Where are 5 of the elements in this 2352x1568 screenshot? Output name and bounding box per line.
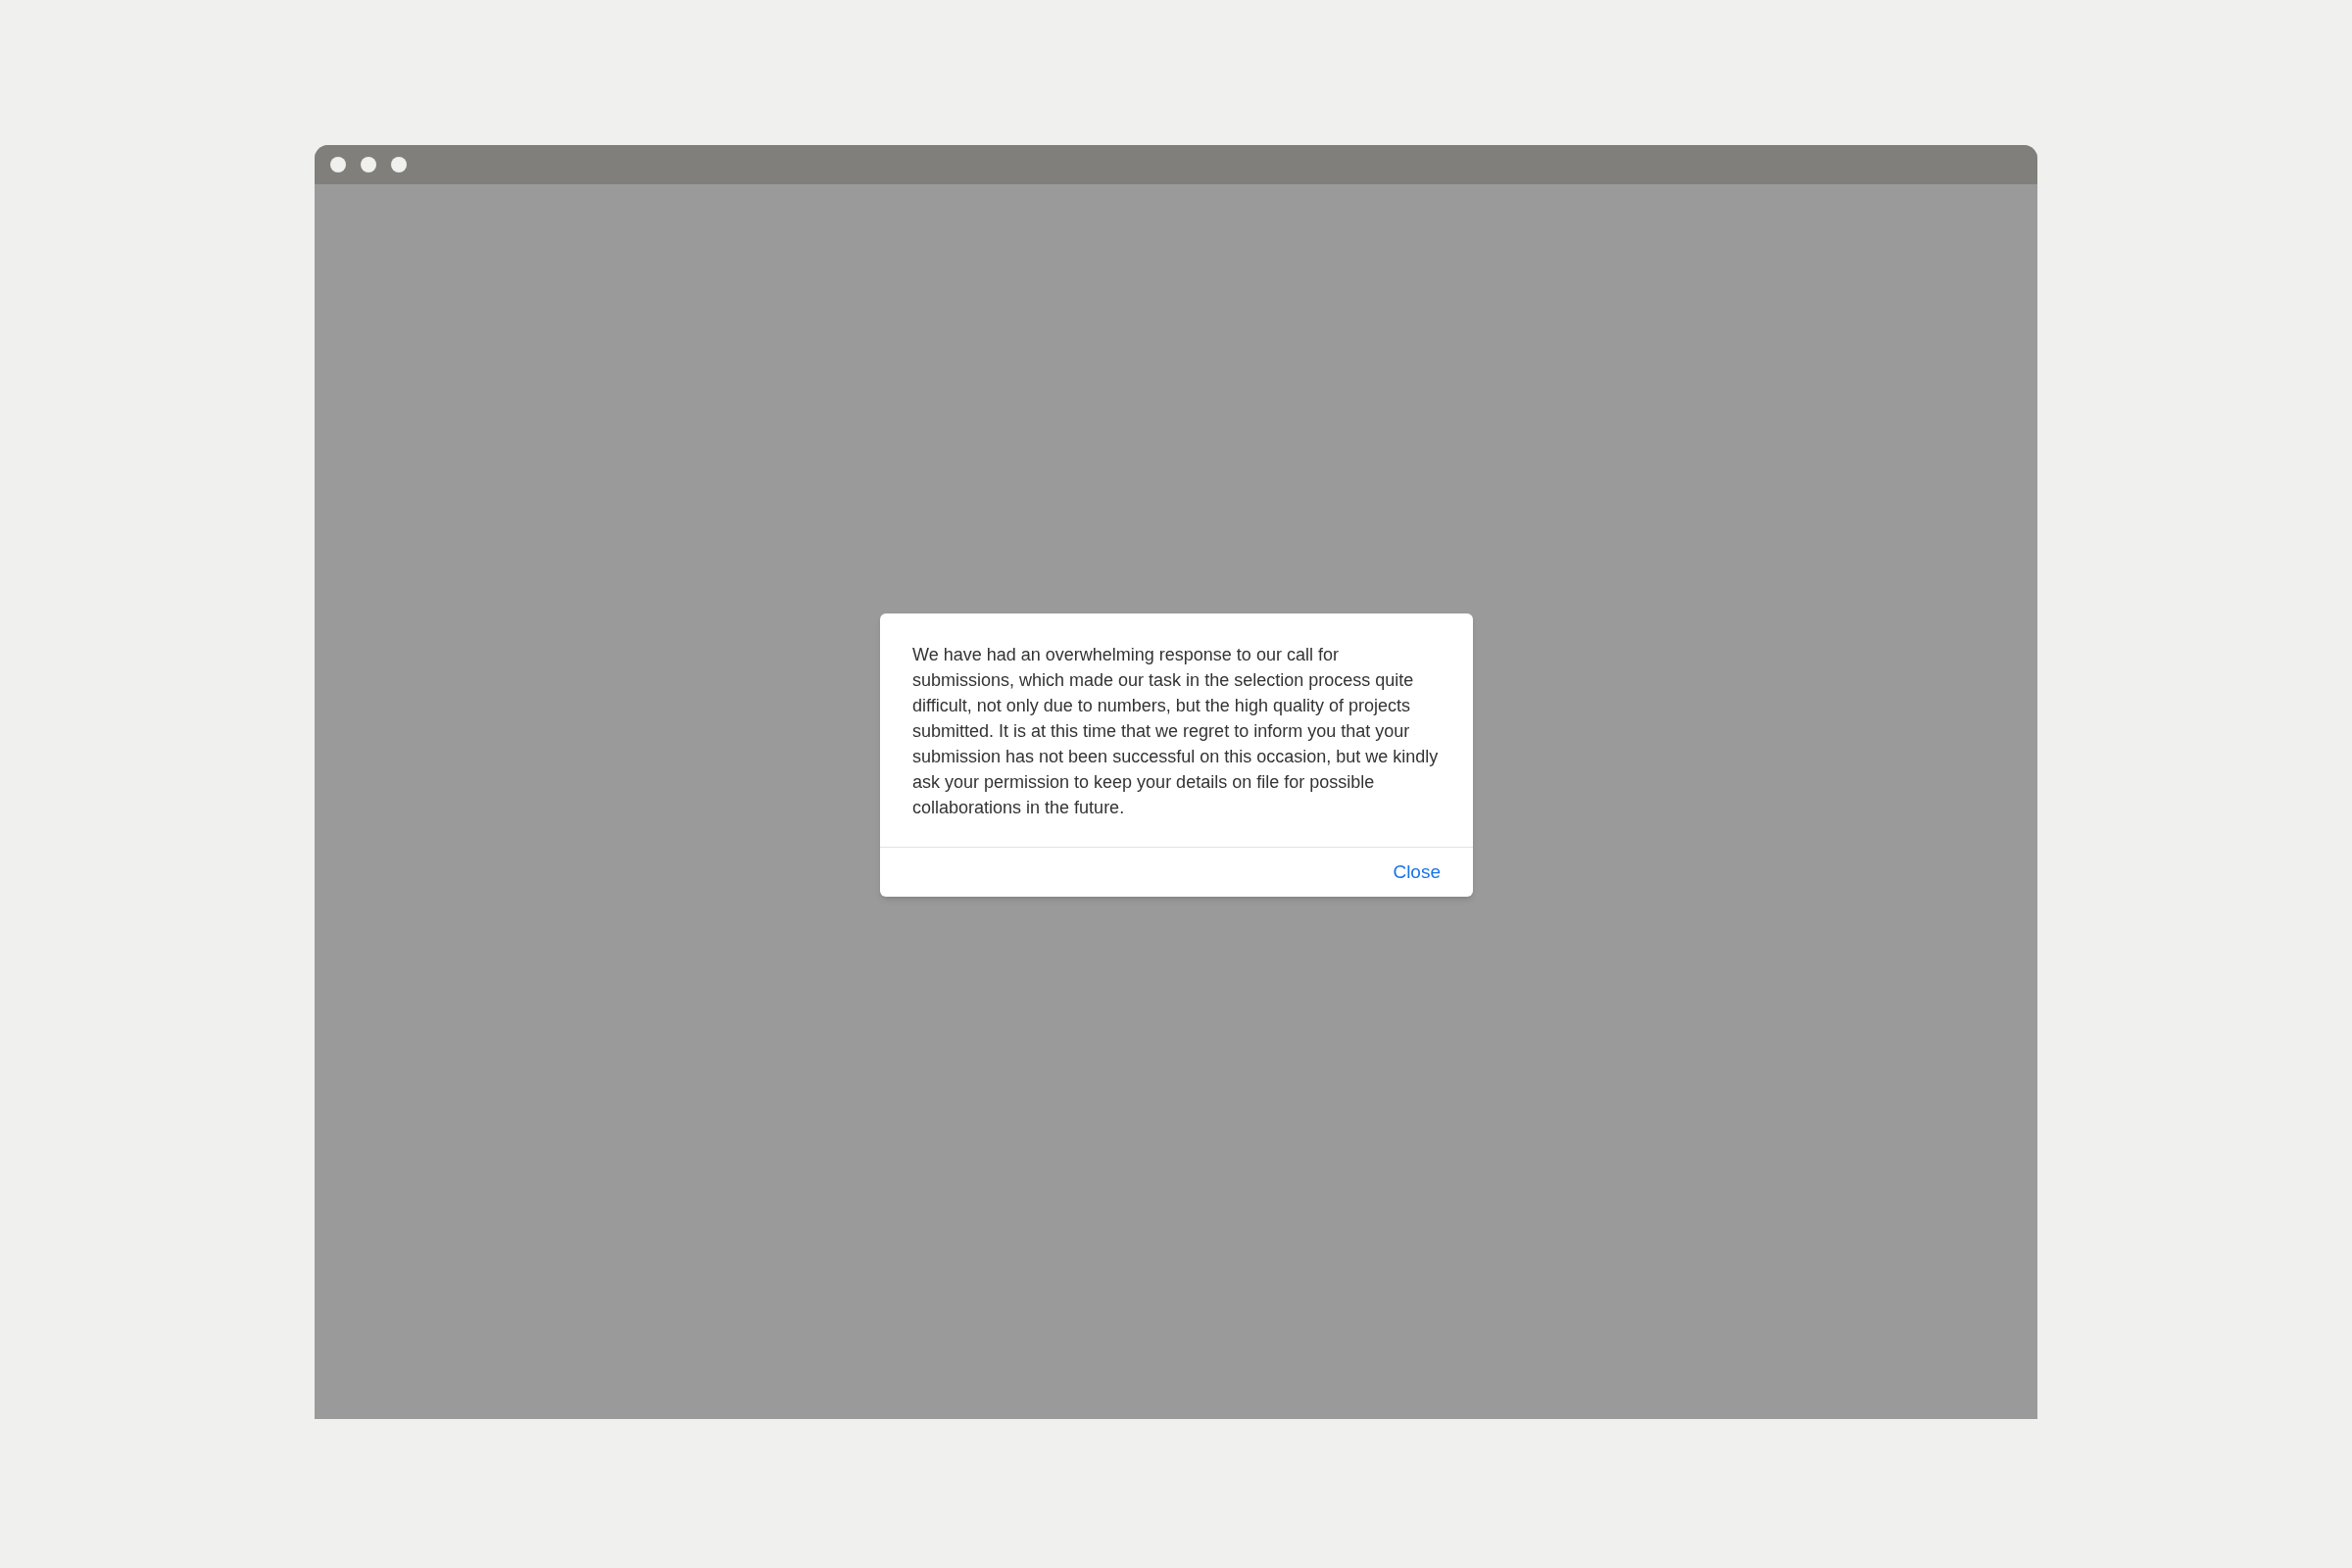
- close-button[interactable]: Close: [1393, 859, 1441, 885]
- window-control-icon[interactable]: [330, 157, 346, 172]
- dialog-message: We have had an overwhelming response to our call for submissions, which made our task in the selection process quite difficult, not only due to numbers, but the high quality of projects submitted. It is at this time that we regret to inform you that your submission has not been successful on this occasion, but we kindly ask your permission to keep your details on file for possible collaborations in the future.: [911, 644, 1440, 819]
- window-control-icon[interactable]: [361, 157, 376, 172]
- window-control-icon[interactable]: [391, 157, 407, 172]
